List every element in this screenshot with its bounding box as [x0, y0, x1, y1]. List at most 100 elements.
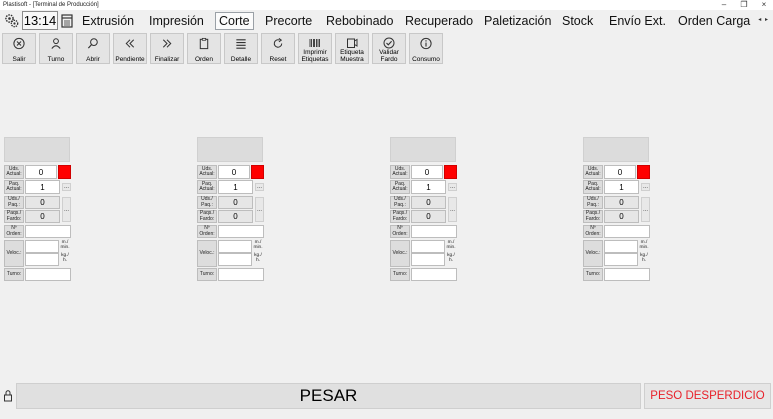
- salir-label: Salir: [12, 56, 26, 63]
- window-title: Plastisoft - [Terminal de Producción]: [3, 2, 99, 8]
- uds-actual-value: 0: [218, 165, 250, 179]
- paq-actual-label: Paq. Actual:: [4, 180, 24, 194]
- settings-gear-icon[interactable]: [3, 12, 20, 29]
- peso-desperdicio-button[interactable]: PESO DESPERDICIO: [644, 383, 771, 409]
- pendiente-label: Pendiente: [115, 56, 145, 63]
- uds-paqs-dots-button[interactable]: ...: [62, 197, 71, 222]
- uds-actual-label: Uds. Actual:: [583, 165, 603, 179]
- paqs-fardo-label: Paqs./ Fardo:: [390, 210, 410, 223]
- uds-actual-value: 0: [411, 165, 443, 179]
- status-strip: [0, 410, 773, 419]
- etiqueta-muestra-button[interactable]: Etiqueta Muestra: [335, 33, 369, 64]
- abrir-label: Abrir: [86, 56, 100, 63]
- pesar-button[interactable]: PESAR: [16, 383, 641, 409]
- title-bar: Plastisoft - [Terminal de Producción] – …: [0, 0, 773, 10]
- paq-actual-dots-button[interactable]: ...: [62, 183, 71, 191]
- paq-actual-value: 1: [25, 180, 60, 194]
- uds-paq-value: 0: [604, 196, 639, 209]
- n-orden-label: Nº Orden:: [390, 225, 410, 238]
- unit-kg-h: kg./ h.: [61, 253, 69, 263]
- user-icon: [51, 38, 61, 49]
- turno-input[interactable]: [25, 268, 71, 281]
- uds-actual-value: 0: [25, 165, 57, 179]
- menu-impresion[interactable]: Impresión: [149, 12, 204, 30]
- n-orden-label: Nº Orden:: [197, 225, 217, 238]
- n-orden-label: Nº Orden:: [4, 225, 24, 238]
- status-red-indicator: [58, 165, 71, 179]
- uds-actual-label: Uds. Actual:: [390, 165, 410, 179]
- veloc-label: Veloc.:: [390, 240, 410, 267]
- status-red-indicator: [444, 165, 457, 179]
- close-window-button[interactable]: ×: [759, 0, 769, 10]
- menu-extrusion[interactable]: Extrusión: [82, 12, 134, 30]
- paq-actual-dots-button[interactable]: ...: [641, 183, 650, 191]
- paqs-fardo-label: Paqs./ Fardo:: [197, 210, 217, 223]
- status-red-indicator: [637, 165, 650, 179]
- n-orden-input[interactable]: [411, 225, 457, 238]
- orden-button[interactable]: Orden: [187, 33, 221, 64]
- veloc-m-min-value: [25, 240, 59, 253]
- abrir-button[interactable]: Abrir: [76, 33, 110, 64]
- paq-actual-dots-button[interactable]: ...: [448, 183, 457, 191]
- window-controls: – ❐ ×: [719, 0, 769, 10]
- menu-envio-ext[interactable]: Envío Ext.: [609, 12, 666, 30]
- cutting-station-panel-4: Uds. Actual: 0 Paq. Actual: 1 ... Uds./ …: [583, 137, 651, 282]
- veloc-kg-h-value: [604, 253, 638, 266]
- menu-recuperado[interactable]: Recuperado: [405, 12, 473, 30]
- uds-paq-value: 0: [25, 196, 60, 209]
- etiqueta-muestra-label: Etiqueta Muestra: [340, 49, 364, 63]
- turno-input[interactable]: [604, 268, 650, 281]
- menu-scroll-arrows[interactable]: ◂ ▸: [758, 16, 769, 23]
- salir-button[interactable]: Salir: [2, 33, 36, 64]
- turno-input[interactable]: [218, 268, 264, 281]
- menu-stock[interactable]: Stock: [562, 12, 593, 30]
- n-orden-input[interactable]: [604, 225, 650, 238]
- paq-actual-dots-button[interactable]: ...: [255, 183, 264, 191]
- turno-input[interactable]: [411, 268, 457, 281]
- menu-orden-carga[interactable]: Orden Carga: [678, 12, 750, 30]
- station-header: [4, 137, 70, 162]
- menu-precorte[interactable]: Precorte: [265, 12, 312, 30]
- uds-paqs-dots-button[interactable]: ...: [255, 197, 264, 222]
- n-orden-input[interactable]: [218, 225, 264, 238]
- orden-label: Orden: [194, 56, 214, 63]
- detalle-label: Detalle: [230, 56, 252, 63]
- uds-paq-label: Uds./ Paq.:: [583, 196, 603, 209]
- detalle-button[interactable]: Detalle: [224, 33, 258, 64]
- check-circle-icon: [383, 37, 395, 49]
- turno-field-label: Turno:: [390, 268, 410, 281]
- uds-paq-value: 0: [218, 196, 253, 209]
- reset-button[interactable]: Reset: [261, 33, 295, 64]
- reset-label: Reset: [269, 56, 287, 63]
- paqs-fardo-value: 0: [25, 210, 60, 223]
- veloc-label: Veloc.:: [4, 240, 24, 267]
- validar-fardo-button[interactable]: Validar Fardo: [372, 33, 406, 64]
- n-orden-input[interactable]: [25, 225, 71, 238]
- menu-rebobinado[interactable]: Rebobinado: [326, 12, 393, 30]
- unit-kg-h: kg./ h.: [254, 253, 262, 263]
- consumo-button[interactable]: Consumo: [409, 33, 443, 64]
- finalizar-button[interactable]: Finalizar: [150, 33, 184, 64]
- menu-paletizacion[interactable]: Paletización: [484, 12, 551, 30]
- veloc-kg-h-value: [25, 253, 59, 266]
- minimize-button[interactable]: –: [719, 0, 729, 10]
- imprimir-etiquetas-button[interactable]: Imprimir Etiquetas: [298, 33, 332, 64]
- module-menu-bar: 13:14 Extrusión Impresión Corte Precorte…: [0, 10, 773, 31]
- turno-field-label: Turno:: [4, 268, 24, 281]
- turno-button[interactable]: Turno: [39, 33, 73, 64]
- validar-fardo-label: Validar Fardo: [379, 49, 399, 63]
- unit-m-min: m./ min.: [60, 240, 70, 250]
- consumo-label: Consumo: [412, 56, 440, 63]
- turno-label: Turno: [47, 56, 65, 63]
- paqs-fardo-label: Paqs./ Fardo:: [583, 210, 603, 223]
- menu-corte[interactable]: Corte: [215, 12, 254, 30]
- lock-icon[interactable]: [2, 384, 14, 408]
- restore-button[interactable]: ❐: [739, 0, 749, 10]
- station-header: [583, 137, 649, 162]
- pendiente-button[interactable]: Pendiente: [113, 33, 147, 64]
- calendar-icon[interactable]: [60, 12, 74, 29]
- uds-paq-label: Uds./ Paq.:: [4, 196, 24, 209]
- unit-kg-h: kg./ h.: [447, 253, 455, 263]
- uds-paqs-dots-button[interactable]: ...: [448, 197, 457, 222]
- uds-paqs-dots-button[interactable]: ...: [641, 197, 650, 222]
